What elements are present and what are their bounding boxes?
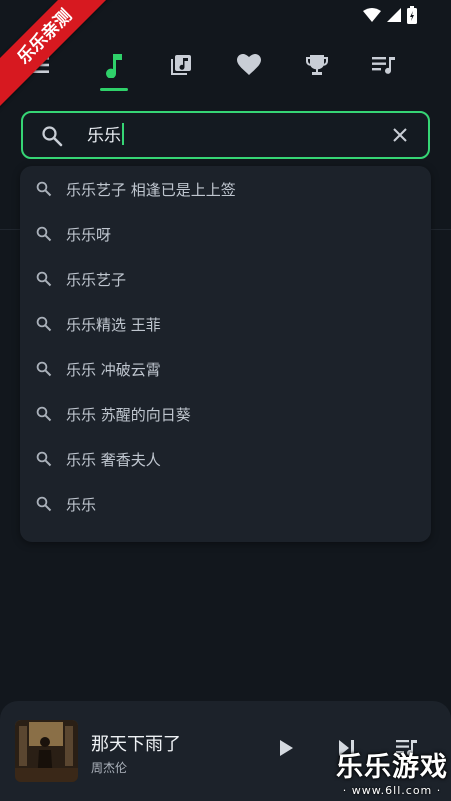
suggestion-text: 乐乐 冲破云霄 [66, 361, 161, 379]
album-cover[interactable] [15, 720, 78, 782]
play-icon[interactable] [278, 739, 294, 757]
suggestion-text: 乐乐艺子 [66, 271, 127, 289]
text-cursor [122, 123, 124, 145]
search-icon [36, 496, 52, 512]
search-icon [36, 406, 52, 422]
suggestion-item[interactable]: 乐乐 奢香夫人 [20, 438, 431, 482]
status-icons [363, 6, 417, 24]
search-icon [36, 361, 52, 377]
suggestion-text: 乐乐精选 王菲 [66, 316, 161, 334]
suggestion-item[interactable]: 乐乐艺子 相逢已是上上签 [20, 168, 431, 212]
song-title: 那天下雨了 [91, 734, 181, 755]
search-query: 乐乐 [87, 123, 124, 148]
suggestion-item[interactable]: 乐乐呀 [20, 213, 431, 257]
suggestion-item[interactable]: 乐乐精选 王菲 [20, 303, 431, 347]
clear-search-icon[interactable] [390, 125, 410, 145]
search-icon [36, 271, 52, 287]
suggestion-item[interactable]: 乐乐 冲破云霄 [20, 348, 431, 392]
album-art-image [15, 720, 78, 782]
library-icon [171, 55, 191, 75]
search-icon [36, 226, 52, 242]
suggestion-text: 乐乐 [66, 496, 97, 514]
suggestion-item[interactable]: 乐乐 苏醒的向日葵 [20, 393, 431, 437]
search-icon [36, 451, 52, 467]
trophy-icon [306, 55, 328, 75]
search-icon [36, 181, 52, 197]
search-suggestions: 乐乐艺子 相逢已是上上签 乐乐呀 乐乐艺子 乐乐精选 王菲 乐乐 冲破云霄 乐乐… [20, 166, 431, 542]
tab-charts[interactable] [297, 50, 337, 80]
search-icon [36, 316, 52, 332]
battery-icon [407, 6, 417, 24]
playlist-icon [372, 57, 395, 74]
watermark-url: · www.6ll.com · [342, 784, 442, 797]
corner-ribbon: 乐乐亲测 [0, 0, 120, 120]
tab-favorites[interactable] [229, 50, 269, 80]
tab-playlists[interactable] [364, 50, 404, 80]
suggestion-text: 乐乐艺子 相逢已是上上签 [66, 181, 236, 199]
search-icon [42, 126, 63, 147]
tab-library[interactable] [161, 50, 201, 80]
song-artist: 周杰伦 [91, 761, 128, 775]
suggestion-text: 乐乐 奢香夫人 [66, 451, 161, 469]
wifi-icon [363, 8, 381, 22]
site-watermark: 乐乐游戏 · www.6ll.com · [335, 752, 449, 798]
suggestion-text: 乐乐呀 [66, 226, 112, 244]
suggestion-item[interactable]: 乐乐艺子 [20, 258, 431, 302]
suggestion-text: 乐乐 苏醒的向日葵 [66, 406, 191, 424]
signal-icon [387, 8, 401, 22]
heart-icon [237, 54, 261, 75]
ribbon-label: 乐乐亲测 [0, 0, 118, 110]
watermark-title: 乐乐游戏 [336, 752, 448, 783]
suggestion-item[interactable]: 乐乐 [20, 483, 431, 527]
